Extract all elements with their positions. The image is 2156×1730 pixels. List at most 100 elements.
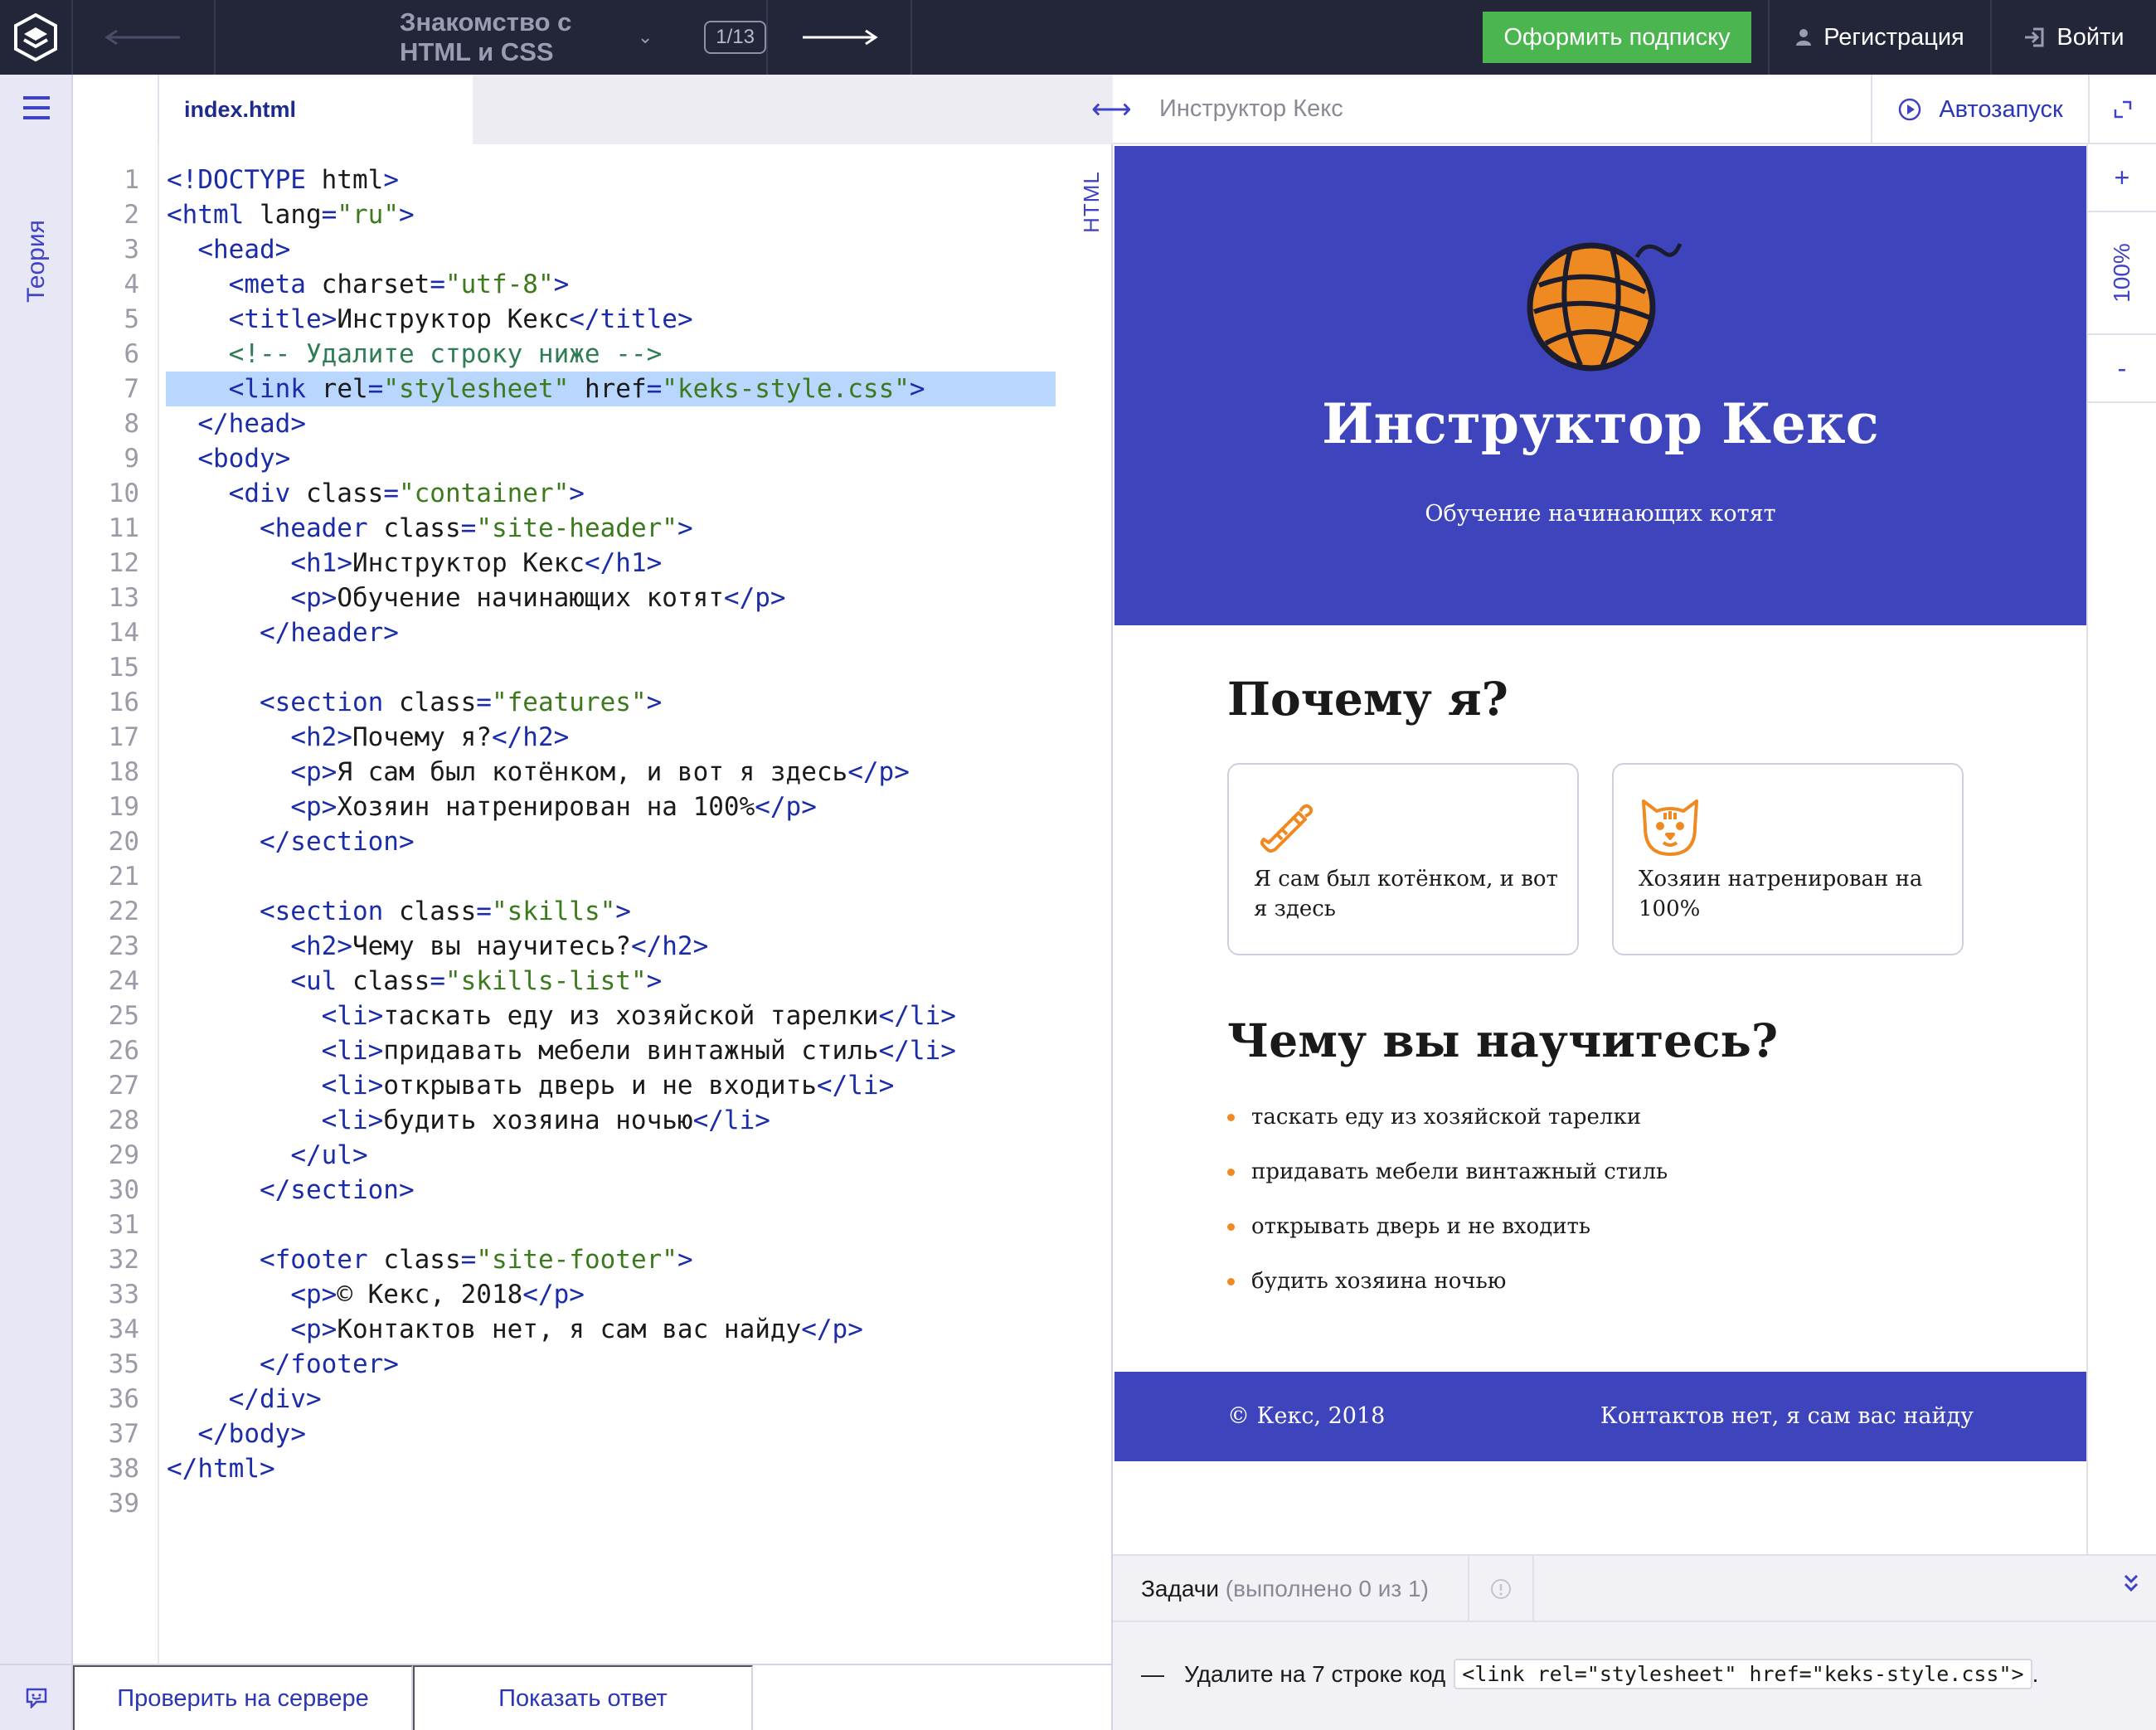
login-button[interactable]: Войти: [1992, 0, 2156, 75]
code-line[interactable]: 5 <title>Инструктор Кекс</title>: [73, 302, 1113, 337]
code-line[interactable]: 11 <header class="site-header">: [73, 511, 1113, 546]
code-line[interactable]: 37 </body>: [73, 1417, 1113, 1451]
subscribe-area: Оформить подписку: [1466, 0, 1770, 75]
zoom-in-button[interactable]: +: [2088, 144, 2156, 212]
zoom-level-label: 100%: [2109, 243, 2134, 303]
footer-copyright: © Кекс, 2018: [1227, 1403, 1386, 1429]
line-number: 34: [108, 1315, 139, 1344]
code-line[interactable]: 8 </head>: [73, 406, 1113, 441]
autorun-button[interactable]: Автозапуск: [1871, 75, 2088, 144]
code-text: <h2>Почему я?</h2>: [290, 722, 570, 752]
hamburger-menu-icon[interactable]: [23, 96, 50, 119]
line-number: 37: [108, 1419, 139, 1449]
code-text: <body>: [197, 444, 291, 474]
task-code: <link rel="stylesheet" href="keks-style.…: [1454, 1659, 2032, 1689]
code-line[interactable]: 26 <li>придавать мебели винтажный стиль<…: [73, 1033, 1113, 1068]
code-line[interactable]: 15: [73, 650, 1113, 685]
code-line[interactable]: 39: [73, 1486, 1113, 1521]
code-line[interactable]: 17 <h2>Почему я?</h2>: [73, 720, 1113, 755]
code-line[interactable]: 24 <ul class="skills-list">: [73, 964, 1113, 999]
code-line[interactable]: 30 </section>: [73, 1173, 1113, 1208]
register-label: Регистрация: [1823, 23, 1964, 51]
skills-list-item: таскать еду из хозяйской тарелки: [1227, 1105, 1641, 1130]
code-line[interactable]: 16 <section class="features">: [73, 685, 1113, 720]
code-area[interactable]: 1 <!DOCTYPE html> 2 <html lang="ru"> 3 <head…: [73, 163, 1113, 1521]
code-line[interactable]: 3 <head>: [73, 232, 1113, 267]
code-line[interactable]: 1 <!DOCTYPE html>: [73, 163, 1113, 197]
code-line[interactable]: 13 <p>Обучение начинающих котят</p>: [73, 581, 1113, 615]
tasks-panel-header[interactable]: Задачи (выполнено 0 из 1): [1113, 1554, 2156, 1622]
line-number: 2: [124, 200, 139, 230]
code-line[interactable]: 20 </section>: [73, 824, 1113, 859]
zoom-out-button[interactable]: -: [2088, 335, 2156, 403]
theory-tab[interactable]: Теория: [15, 174, 58, 348]
code-line[interactable]: 28 <li>будить хозяина ночью</li>: [73, 1103, 1113, 1138]
code-line[interactable]: 19 <p>Хозяин натренирован на 100%</p>: [73, 790, 1113, 824]
preview-header: ⟷ Инструктор Кекс Автозапуск: [1091, 75, 2156, 144]
code-line[interactable]: 9 <body>: [73, 441, 1113, 476]
line-number: 19: [108, 792, 139, 822]
line-number: 27: [108, 1071, 139, 1101]
cat-face-icon: [1642, 799, 1698, 856]
line-number: 26: [108, 1036, 139, 1066]
next-button[interactable]: [768, 0, 912, 75]
code-line[interactable]: 33 <p>© Кекс, 2018</p>: [73, 1277, 1113, 1312]
code-line[interactable]: 10 <div class="container">: [73, 476, 1113, 511]
code-line[interactable]: 6 <!-- Удалите строку ниже -->: [73, 337, 1113, 372]
line-number: 31: [108, 1210, 139, 1240]
code-line[interactable]: 18 <p>Я сам был котёнком, и вот я здесь<…: [73, 755, 1113, 790]
lesson-pager[interactable]: 1/13: [704, 21, 766, 54]
register-button[interactable]: Регистрация: [1770, 0, 1992, 75]
code-line[interactable]: 27 <li>открывать дверь и не входить</li>: [73, 1068, 1113, 1103]
feature-text: Я сам был котёнком, и вот я здесь: [1254, 867, 1558, 921]
autorun-label: Автозапуск: [1939, 95, 2063, 123]
check-on-server-button[interactable]: Проверить на сервере: [73, 1665, 413, 1730]
code-text: <p>Хозяин натренирован на 100%</p>: [290, 792, 817, 822]
code-text: <!-- Удалите строку ниже -->: [228, 339, 663, 369]
line-number: 18: [108, 757, 139, 787]
expand-button[interactable]: [2088, 75, 2156, 144]
feedback-button[interactable]: [0, 1664, 73, 1730]
code-line[interactable]: 25 <li>таскать еду из хозяйской тарелки<…: [73, 999, 1113, 1033]
line-number: 38: [108, 1454, 139, 1484]
feature-card: Я сам был котёнком, и вот я здесь: [1227, 763, 1579, 955]
task-dash: —: [1141, 1660, 1164, 1687]
line-number: 22: [108, 897, 139, 926]
code-line[interactable]: 32 <footer class="site-footer">: [73, 1242, 1113, 1277]
login-label: Войти: [2056, 23, 2124, 51]
site-footer: © Кекс, 2018 Контактов нет, я сам вас на…: [1114, 1372, 2086, 1461]
code-line[interactable]: 7 <link rel="stylesheet" href="keks-styl…: [73, 372, 1113, 406]
left-rail: Теория: [0, 75, 73, 1730]
line-number: 25: [108, 1001, 139, 1031]
code-line[interactable]: 31: [73, 1208, 1113, 1242]
code-text: <html lang="ru">: [167, 200, 415, 230]
code-line[interactable]: 36 </div>: [73, 1382, 1113, 1417]
chevron-double-down-icon[interactable]: [2123, 1572, 2139, 1601]
logo-icon[interactable]: [0, 0, 73, 75]
course-title[interactable]: Знакомство с HTML и CSS: [400, 7, 619, 67]
back-button[interactable]: [73, 0, 216, 75]
show-answer-button[interactable]: Показать ответ: [413, 1665, 753, 1730]
feature-card: Хозяин натренирован на 100%: [1612, 763, 1964, 955]
mode-label: HTML: [1078, 170, 1104, 233]
info-button[interactable]: [1468, 1556, 1534, 1622]
code-line[interactable]: 14 </header>: [73, 615, 1113, 650]
code-line[interactable]: 2 <html lang="ru">: [73, 197, 1113, 232]
code-line[interactable]: 38 </html>: [73, 1451, 1113, 1486]
code-line[interactable]: 4 <meta charset="utf-8">: [73, 267, 1113, 302]
line-number: 15: [108, 653, 139, 683]
code-line[interactable]: 35 </footer>: [73, 1347, 1113, 1382]
code-line[interactable]: 12 <h1>Инструктор Кекс</h1>: [73, 546, 1113, 581]
code-line[interactable]: 34 <p>Контактов нет, я сам вас найду</p>: [73, 1312, 1113, 1347]
code-line[interactable]: 21: [73, 859, 1113, 894]
code-line[interactable]: 23 <h2>Чему вы научитесь?</h2>: [73, 929, 1113, 964]
course-selector[interactable]: Знакомство с HTML и CSS ⌄ 1/13: [216, 0, 768, 75]
code-line[interactable]: 29 </ul>: [73, 1138, 1113, 1173]
line-number: 32: [108, 1245, 139, 1275]
line-number: 7: [124, 374, 139, 404]
code-line[interactable]: 22 <section class="skills">: [73, 894, 1113, 929]
line-number: 21: [108, 862, 139, 892]
subscribe-button[interactable]: Оформить подписку: [1483, 12, 1751, 63]
task-text: Удалите на 7 строке код: [1184, 1660, 1446, 1687]
info-icon: [1491, 1579, 1511, 1599]
